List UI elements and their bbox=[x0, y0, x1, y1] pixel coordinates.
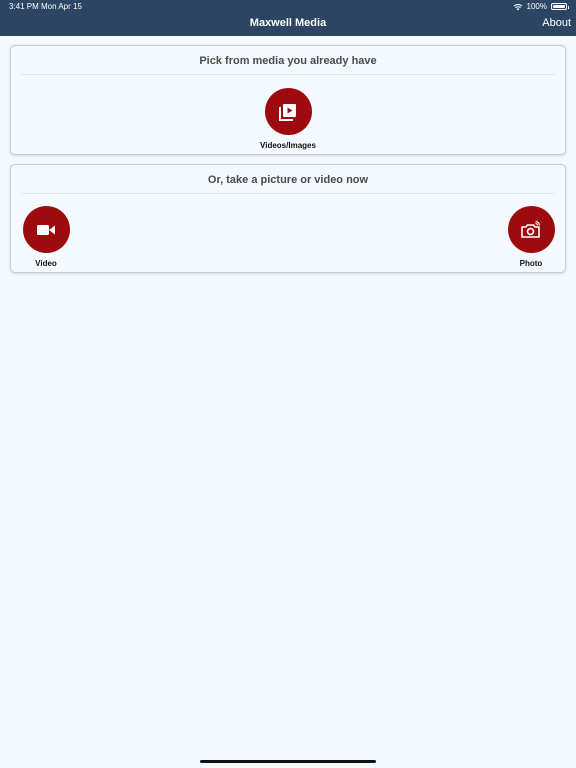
video-circle[interactable] bbox=[22, 206, 70, 253]
video-label: Video bbox=[35, 259, 57, 268]
divider bbox=[21, 193, 555, 194]
home-indicator bbox=[200, 760, 376, 763]
photo-label: Photo bbox=[519, 259, 543, 268]
about-button[interactable]: About bbox=[542, 17, 571, 29]
battery-icon bbox=[551, 3, 569, 10]
divider bbox=[21, 74, 555, 75]
status-indicators: 100% bbox=[513, 2, 569, 11]
wifi-icon bbox=[513, 3, 522, 10]
top-bar: 3:41 PM Mon Apr 15 100% Maxwell Media Ab… bbox=[0, 0, 576, 36]
video-camera-icon bbox=[37, 224, 55, 235]
nav-title: Maxwell Media bbox=[249, 17, 327, 29]
photo-camera-icon bbox=[521, 220, 541, 238]
video-button[interactable]: Video bbox=[11, 206, 81, 268]
battery-percent: 100% bbox=[526, 2, 547, 11]
status-time: 3:41 PM bbox=[9, 2, 39, 11]
capture-heading: Or, take a picture or video now bbox=[207, 174, 369, 186]
videos-images-circle[interactable] bbox=[264, 88, 312, 135]
videos-images-label: Videos/Images bbox=[260, 141, 316, 150]
videos-images-button[interactable]: Videos/Images bbox=[253, 88, 323, 150]
media-library-icon bbox=[279, 103, 296, 121]
library-card: Pick from media you already have Videos/… bbox=[10, 45, 566, 155]
capture-card: Or, take a picture or video now Video Ph… bbox=[10, 164, 566, 273]
status-date: Mon Apr 15 bbox=[41, 2, 82, 11]
library-heading: Pick from media you already have bbox=[199, 55, 377, 67]
photo-button[interactable]: Photo bbox=[496, 206, 566, 268]
photo-circle[interactable] bbox=[507, 206, 555, 253]
